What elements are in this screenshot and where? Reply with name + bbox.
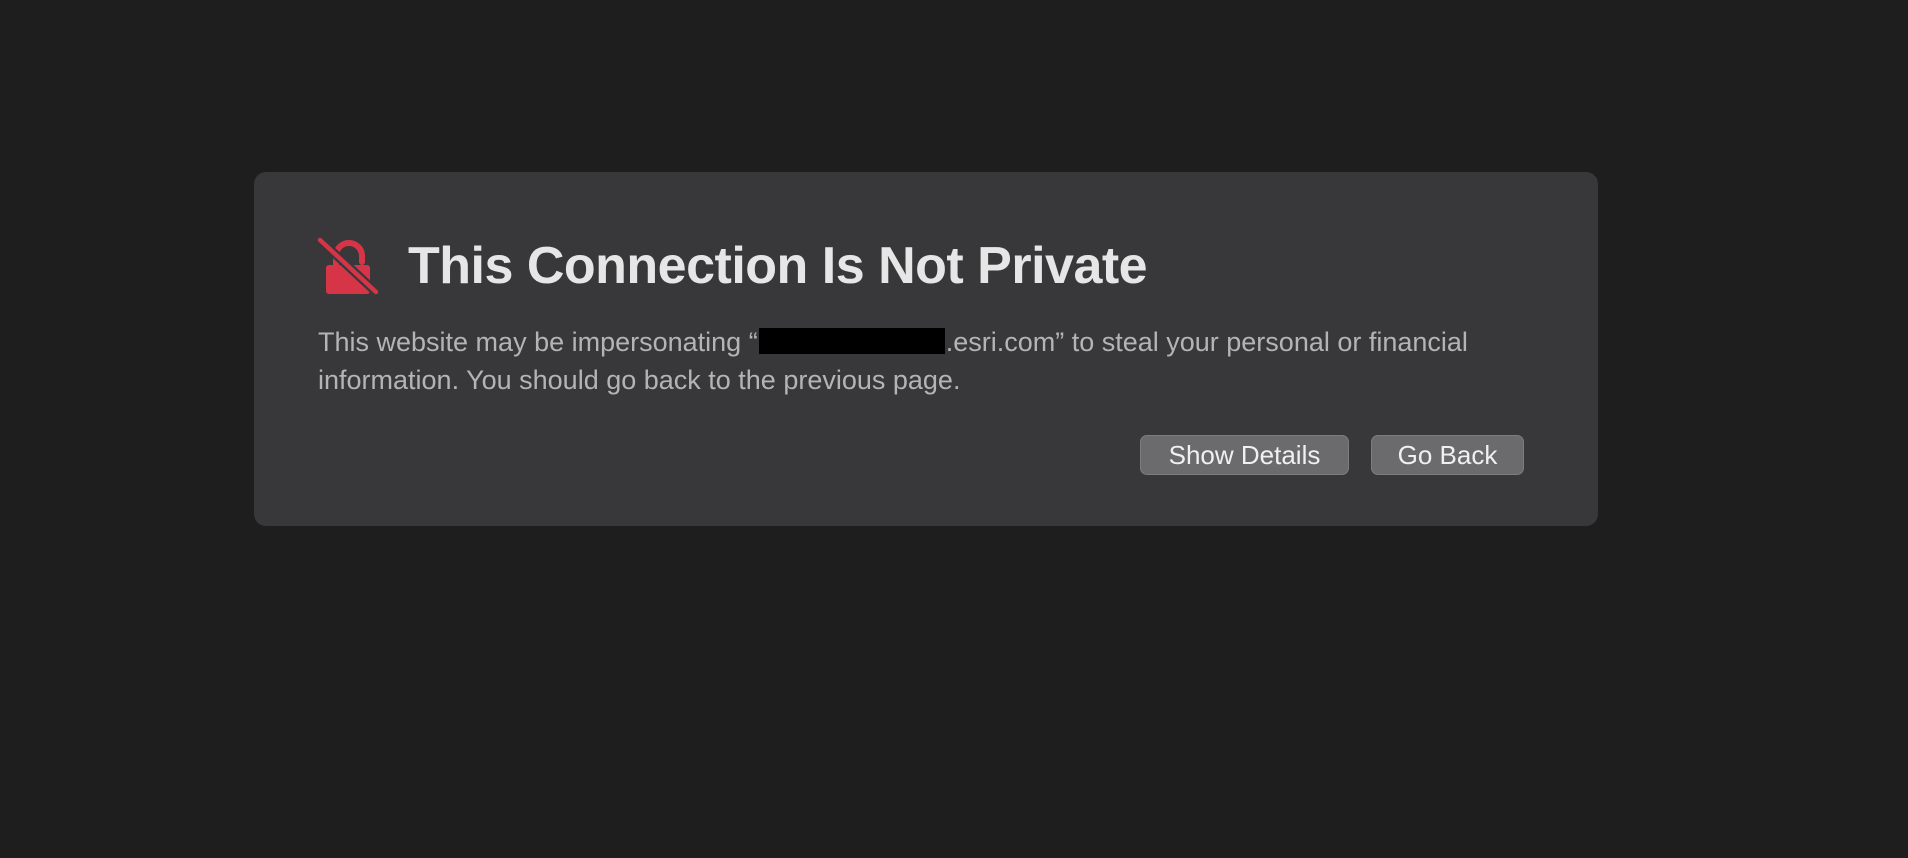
message-text-start: This website may be impersonating “ [318, 327, 758, 357]
go-back-button[interactable]: Go Back [1371, 435, 1524, 475]
warning-header: This Connection Is Not Private [316, 230, 1148, 302]
redacted-hostname [758, 328, 945, 354]
page-title: This Connection Is Not Private [408, 237, 1148, 295]
broken-lock-icon [316, 236, 380, 296]
action-buttons: Show Details Go Back [1140, 435, 1524, 475]
browser-page: This Connection Is Not Private This webs… [0, 0, 1908, 858]
warning-message: This website may be impersonating “.esri… [318, 323, 1518, 399]
privacy-warning-card: This Connection Is Not Private This webs… [254, 172, 1598, 526]
show-details-button[interactable]: Show Details [1140, 435, 1349, 475]
